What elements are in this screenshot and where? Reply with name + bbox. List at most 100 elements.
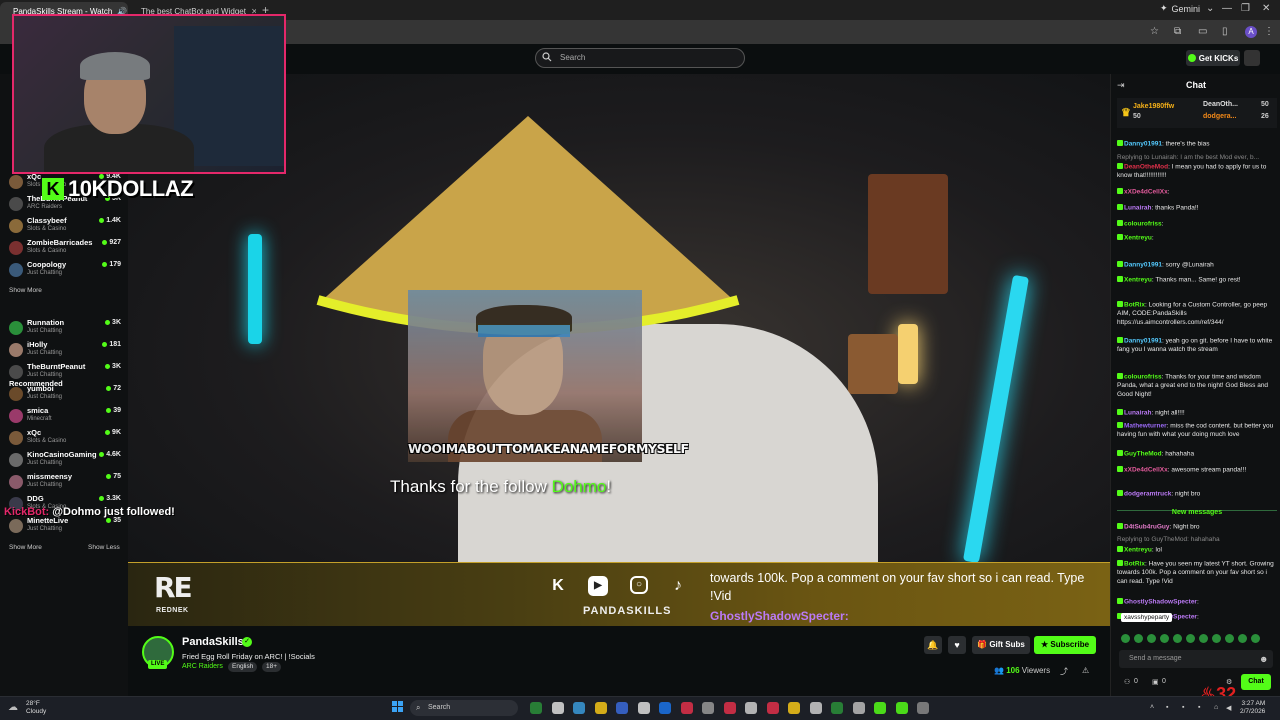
taskbar-app-icon[interactable] [809,702,822,714]
subscribe-button[interactable]: ★ Subscribe [1034,636,1096,654]
taskbar-app-icon[interactable] [680,702,693,714]
chat-username[interactable]: Xentreyu [1124,277,1152,284]
network-icon[interactable]: ⌂ [1214,704,1218,711]
kicks-icon[interactable]: ⚇ [1124,678,1130,686]
follow-heart-button[interactable]: ♥ [948,636,966,654]
chat-username[interactable]: Lunairah [1124,205,1151,212]
chat-message[interactable]: Lunairah: thanks Panda!! [1117,204,1277,213]
tray-app-icon[interactable]: ▪ [1166,704,1168,711]
chat-username[interactable]: Lunairah [1124,410,1151,417]
taskbar-app-icon[interactable] [766,702,779,714]
notification-bell-button[interactable]: 🔔 [924,636,942,654]
tray-chevron-icon[interactable]: ˄ [1150,704,1154,711]
tray-app-icon[interactable]: ▪ [1182,704,1184,711]
get-kicks-button[interactable]: Get KICKs [1186,50,1240,66]
chat-username[interactable]: Danny01991 [1124,262,1162,269]
tag-language[interactable]: English [228,662,258,672]
show-more-button[interactable]: Show More [9,544,42,551]
sidebar-channel-item[interactable]: iHolly Just Chatting 181 [9,340,121,362]
chat-message[interactable]: DeanOtheMod: I mean you had to apply for… [1117,163,1277,181]
sidebar-channel-item[interactable]: ZombieBarricades Slots & Casino 927 [9,238,121,260]
emote-icon[interactable] [1199,634,1208,643]
chat-message[interactable]: D4tSub4ruGuy: Night bro [1117,523,1277,532]
sidebar-channel-item[interactable]: KinoCasinoGaming Just Chatting 4.6K [9,450,121,472]
emote-icon[interactable] [1173,634,1182,643]
search-input[interactable]: Search [535,48,745,68]
report-icon[interactable]: ⚠ [1082,666,1089,675]
sidebar-channel-item[interactable]: Coopology Just Chatting 179 [9,260,121,282]
tray-app-icon[interactable]: ▪ [1198,704,1200,711]
chat-message[interactable]: xXDe4dCellXx: [1117,188,1277,197]
sidebar-channel-item[interactable]: smica Minecraft 39 [9,406,121,428]
emote-icon[interactable] [1212,634,1221,643]
taskbar-app-icon[interactable] [659,702,671,714]
emote-icon[interactable] [1147,634,1156,643]
chat-input[interactable]: Send a message [1119,650,1273,668]
gift-icon[interactable]: ▣ [1152,678,1159,686]
chat-send-button[interactable]: Chat [1241,674,1271,690]
taskbar-search[interactable]: Search [410,700,518,716]
gemini-button[interactable]: ✦ Gemini [1160,3,1200,14]
bookmark-star-icon[interactable]: ☆ [1150,26,1159,37]
taskbar-app-icon[interactable] [895,702,908,714]
chat-message[interactable]: Danny01991: yeah go on git. before I hav… [1117,337,1277,355]
chat-username[interactable]: BotRix [1124,302,1145,309]
profile-avatar[interactable]: A [1245,26,1257,38]
chat-message[interactable]: BotRix: Have you seen my latest YT short… [1117,560,1277,586]
taskbar-app-icon[interactable] [637,702,650,714]
chat-username[interactable]: colourofriss [1124,374,1162,381]
emote-icon[interactable] [1134,634,1143,643]
chat-message[interactable]: GuyTheMod: hahahaha [1117,450,1277,459]
chat-username[interactable]: GhostlyShadowSpecter [1124,599,1197,606]
chat-message[interactable]: Danny01991: there's the bias [1117,140,1277,149]
taskbar-app-icon[interactable] [745,702,757,714]
emote-icon[interactable] [1251,634,1260,643]
share-icon[interactable]: ⤴ [1060,666,1068,677]
close-window-icon[interactable]: ✕ [1262,3,1270,14]
sidebar-channel-item[interactable]: Classybeef Slots & Casino 1.4K [9,216,121,238]
taskbar-app-icon[interactable] [831,702,843,714]
chat-message[interactable]: Xentreyu: lol [1117,546,1277,555]
emote-icon[interactable] [1160,634,1169,643]
sidebar-channel-item[interactable]: xQc Slots & Casino 9K [9,428,121,450]
tag-mature[interactable]: 18+ [262,662,282,672]
chat-reply-context[interactable]: Replying to GuyTheMod: hahahaha [1117,536,1277,545]
chat-username[interactable]: Danny01991 [1124,141,1162,148]
emoji-icon[interactable]: ☻ [1259,654,1268,664]
taskbar-app-icon[interactable] [723,702,736,714]
cast-icon[interactable]: ▭ [1198,26,1207,37]
chat-username[interactable]: Mathewturner [1124,423,1167,430]
clock[interactable]: 3:27 AM 2/7/2026 [1240,700,1265,716]
taskbar-app-icon[interactable] [852,702,865,714]
taskbar-app-icon[interactable] [551,702,564,714]
chat-username[interactable]: BotRix [1124,561,1145,568]
user-avatar[interactable] [1244,50,1260,66]
chat-username[interactable]: colourofriss [1124,221,1162,228]
tab-search-icon[interactable]: ⌄ [1206,3,1214,14]
emote-icon[interactable] [1238,634,1247,643]
streamer-name[interactable]: PandaSkills [182,636,244,648]
sidebar-channel-item[interactable]: missmeensy Just Chatting 75 [9,472,121,494]
taskbar-app-icon[interactable] [874,702,886,714]
emote-icon[interactable] [1121,634,1130,643]
chat-username[interactable]: DeanOtheMod [1124,164,1168,171]
show-less-button[interactable]: Show Less [88,544,120,551]
maximize-icon[interactable]: ❐ [1241,3,1250,14]
windows-start-icon[interactable] [392,701,404,713]
gift-subs-button[interactable]: 🎁 Gift Subs [972,636,1030,654]
chat-message[interactable]: Mathewturner: miss the cod content. but … [1117,422,1277,440]
chat-username[interactable]: xXDe4dCellXx [1124,189,1168,196]
chat-username[interactable]: GuyTheMod [1124,451,1162,458]
stream-category[interactable]: ARC Raiders [182,663,223,670]
chat-message[interactable]: BotRix: Looking for a Custom Controller,… [1117,301,1277,327]
chat-username[interactable]: xXDe4dCellXx [1124,467,1168,474]
chat-username[interactable]: Xentreyu [1124,235,1152,242]
emote-bar[interactable] [1121,634,1271,644]
sidebar-channel-item[interactable]: Runnation Just Chatting 3K [9,318,121,340]
taskbar-app-icon[interactable] [917,702,929,714]
chat-username[interactable]: Danny01991 [1124,338,1162,345]
taskbar-app-icon[interactable] [594,702,607,714]
extensions-icon[interactable]: ⧉ [1174,26,1181,37]
chat-message[interactable]: colourofriss: Thanks for your time and w… [1117,373,1277,399]
weather-widget[interactable]: 28°F Cloudy [26,700,46,716]
